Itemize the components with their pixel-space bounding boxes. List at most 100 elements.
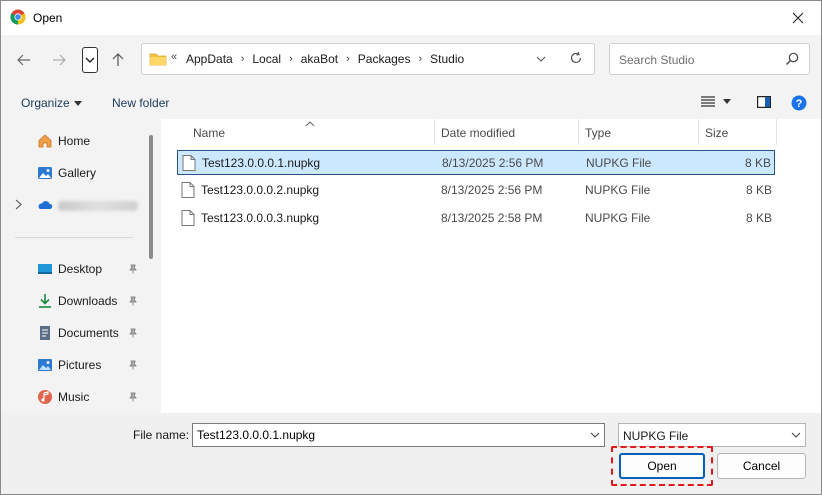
nav-item-documents[interactable]: Documents — [1, 319, 141, 347]
chrome-icon — [10, 9, 26, 25]
nav-item-label: Downloads — [58, 294, 118, 308]
breadcrumb-appdata[interactable]: AppData — [186, 52, 233, 66]
forward-button[interactable] — [46, 47, 72, 73]
breadcrumb-local[interactable]: Local — [252, 52, 281, 66]
organize-menu[interactable]: Organize — [21, 96, 82, 110]
arrow-right-icon — [53, 54, 66, 66]
address-history-dropdown[interactable] — [536, 53, 546, 67]
folder-icon — [149, 52, 167, 69]
file-type-select[interactable]: NUPKG File — [618, 423, 806, 447]
nav-item-music[interactable]: Music — [1, 383, 141, 411]
column-divider[interactable] — [776, 119, 777, 145]
nav-item-downloads[interactable]: Downloads — [1, 287, 141, 315]
chevron-right-icon[interactable] — [15, 199, 22, 213]
organize-label: Organize — [21, 96, 70, 110]
column-header-type[interactable]: Type — [585, 126, 611, 140]
search-placeholder: Search Studio — [619, 53, 695, 67]
file-name: Test123.0.0.0.1.nupkg — [202, 156, 321, 170]
navigation-row: « AppData › Local › akaBot › Packages › … — [1, 35, 821, 87]
pin-icon — [128, 391, 138, 405]
file-row[interactable]: Test123.0.0.0.3.nupkg 8/13/2025 2:58 PM … — [177, 206, 775, 231]
file-name: Test123.0.0.0.2.nupkg — [201, 183, 320, 197]
refresh-button[interactable] — [569, 51, 583, 68]
music-icon — [37, 389, 53, 405]
pin-icon — [128, 295, 138, 309]
file-type-value: NUPKG File — [623, 429, 689, 443]
pin-icon — [128, 359, 138, 373]
pin-icon — [128, 263, 138, 277]
file-size: 8 KB — [745, 183, 772, 197]
up-button[interactable] — [105, 47, 131, 73]
arrow-up-icon — [112, 53, 124, 66]
nav-item-label: Desktop — [58, 262, 103, 276]
cancel-button[interactable]: Cancel — [717, 453, 806, 479]
nav-divider — [15, 237, 133, 238]
nav-item-label: Pictures — [58, 358, 102, 372]
nav-item-label: Music — [58, 390, 90, 404]
nav-item-desktop[interactable]: Desktop — [1, 255, 141, 283]
help-button[interactable]: ? — [791, 95, 807, 114]
preview-pane-button[interactable] — [757, 96, 772, 111]
file-date: 8/13/2025 2:58 PM — [441, 211, 543, 225]
list-view-icon — [701, 96, 715, 107]
file-list: Name Date modified Type Size Test123.0.0… — [161, 119, 821, 413]
new-folder-button[interactable]: New folder — [112, 96, 169, 110]
nav-item-home[interactable]: Home — [1, 127, 141, 155]
sort-ascending-icon — [305, 119, 315, 129]
nav-item-label: Gallery — [58, 166, 97, 180]
redacted-account-name — [58, 201, 138, 211]
column-divider[interactable] — [434, 119, 435, 145]
column-header-date-modified[interactable]: Date modified — [441, 126, 515, 140]
column-divider[interactable] — [698, 119, 699, 145]
breadcrumb-packages[interactable]: Packages — [358, 52, 411, 66]
file-date: 8/13/2025 2:56 PM — [442, 156, 544, 170]
file-row[interactable]: Test123.0.0.0.2.nupkg 8/13/2025 2:56 PM … — [177, 178, 775, 203]
file-icon — [181, 182, 195, 201]
refresh-icon — [570, 51, 582, 64]
open-file-dialog: Open « AppData › Local › akaBot › Packag… — [0, 0, 822, 495]
nav-item-gallery[interactable]: Gallery — [1, 159, 141, 187]
chevron-down-icon — [791, 429, 801, 443]
open-button[interactable]: Open — [619, 453, 705, 479]
address-bar[interactable]: « AppData › Local › akaBot › Packages › … — [141, 43, 595, 75]
file-name-field[interactable] — [193, 424, 583, 446]
navigation-scrollbar[interactable] — [149, 135, 153, 259]
file-name-combobox[interactable] — [192, 423, 605, 447]
pictures-icon — [37, 357, 53, 373]
breadcrumb-akabot[interactable]: akaBot — [301, 52, 338, 66]
file-row[interactable]: Test123.0.0.0.1.nupkg 8/13/2025 2:56 PM … — [177, 150, 775, 175]
dialog-footer: File name: NUPKG File Open Cancel — [1, 413, 821, 494]
close-button[interactable] — [775, 1, 821, 34]
chevron-down-icon — [590, 432, 600, 438]
search-input[interactable]: Search Studio — [609, 43, 810, 75]
breadcrumb-overflow[interactable]: « — [171, 51, 177, 63]
close-icon — [792, 12, 804, 23]
nav-item-onedrive[interactable] — [1, 191, 141, 219]
svg-text:?: ? — [796, 98, 803, 110]
title-bar: Open — [1, 1, 821, 35]
breadcrumb-studio[interactable]: Studio — [430, 52, 464, 66]
column-divider[interactable] — [578, 119, 579, 145]
recent-locations-button[interactable] — [82, 47, 98, 73]
nav-item-pictures[interactable]: Pictures — [1, 351, 141, 379]
file-date: 8/13/2025 2:56 PM — [441, 183, 543, 197]
chevron-down-icon — [536, 56, 546, 62]
navigation-pane: Home Gallery Desktop Downloads Documents… — [1, 119, 159, 413]
file-type: NUPKG File — [586, 156, 652, 170]
breadcrumb: AppData › Local › akaBot › Packages › St… — [186, 52, 464, 66]
search-icon — [785, 52, 799, 69]
pin-icon — [128, 327, 138, 341]
column-header-size[interactable]: Size — [705, 126, 728, 140]
file-name-dropdown[interactable] — [590, 429, 600, 443]
back-button[interactable] — [11, 47, 37, 73]
file-icon — [182, 155, 196, 174]
chevron-down-icon — [85, 57, 95, 63]
nav-item-label: Home — [58, 134, 91, 148]
file-size: 8 KB — [744, 156, 771, 170]
caret-down-icon — [73, 100, 82, 106]
breadcrumb-separator: › — [289, 53, 293, 65]
gallery-icon — [37, 165, 53, 181]
file-name: Test123.0.0.0.3.nupkg — [201, 211, 320, 225]
column-header-name[interactable]: Name — [193, 126, 225, 140]
change-view-button[interactable] — [701, 96, 731, 107]
